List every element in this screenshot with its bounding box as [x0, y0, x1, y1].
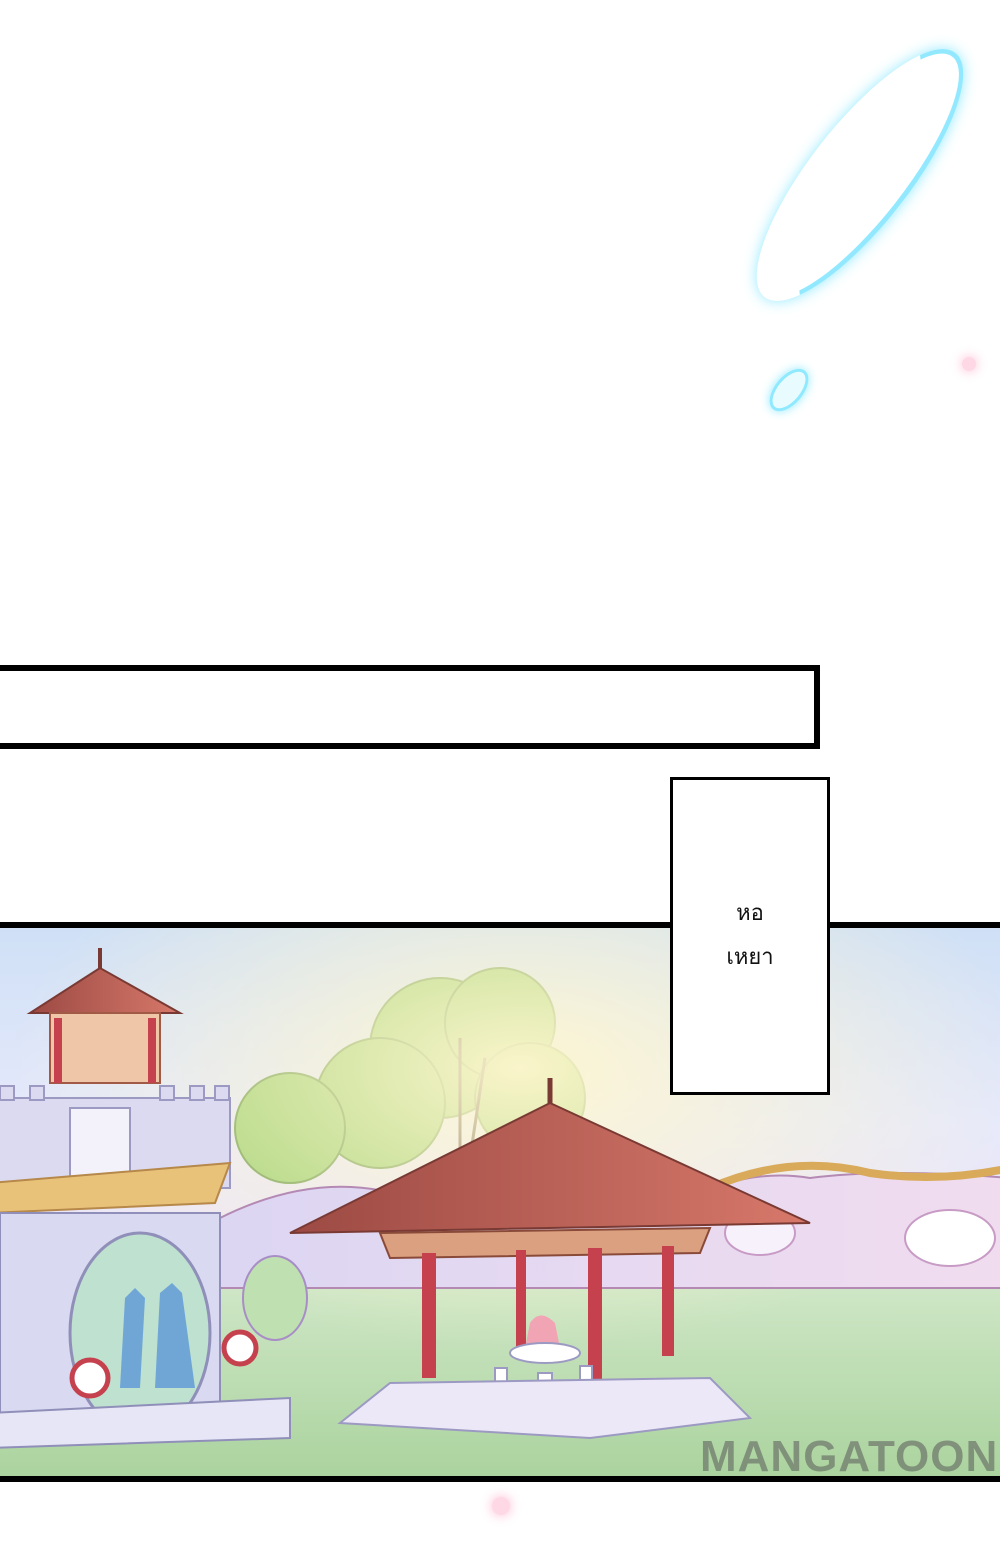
round-window — [242, 1255, 308, 1341]
location-caption-box: หอ เหยา — [670, 777, 830, 1095]
petal — [962, 357, 976, 371]
palace-garden-illustration — [0, 928, 1000, 1476]
location-line-2: เหยา — [726, 945, 774, 970]
light-streak — [725, 22, 995, 328]
empty-caption-bar — [0, 665, 820, 749]
petal — [492, 1497, 510, 1515]
watermark-text: MANGATOON — [700, 1432, 999, 1481]
manga-page: หอ เหยา MANGATOON — [0, 0, 1000, 1549]
light-glint — [762, 361, 816, 419]
cloud-window — [904, 1209, 996, 1267]
location-line-1: หอ — [736, 901, 764, 926]
palace-garden-panel — [0, 922, 1000, 1482]
